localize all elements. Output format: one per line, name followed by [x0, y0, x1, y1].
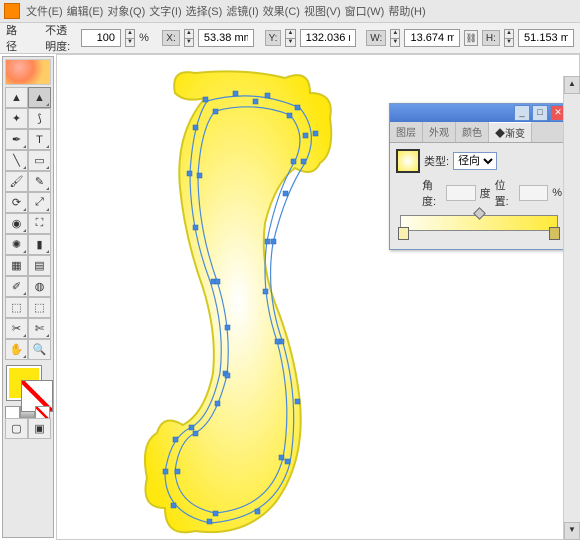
- selection-type: 路径: [6, 22, 21, 54]
- gradient-midpoint[interactable]: [473, 207, 486, 220]
- vertical-scrollbar[interactable]: ▲ ▼: [563, 76, 580, 540]
- direct-selection-tool[interactable]: ▲: [28, 87, 51, 108]
- panel-tabs: 图层 外观 颜色 ◆渐变: [390, 122, 568, 143]
- position-unit: %: [552, 187, 562, 199]
- angle-field[interactable]: [446, 185, 475, 201]
- tab-color[interactable]: 颜色: [456, 122, 489, 142]
- slice-tool[interactable]: ✂: [5, 318, 28, 339]
- menu-effect[interactable]: 效果(C): [263, 3, 300, 19]
- y-field[interactable]: [300, 29, 356, 47]
- panel-titlebar[interactable]: _ □ ✕: [390, 104, 568, 122]
- lasso-tool[interactable]: ⟆: [28, 108, 51, 129]
- color-swatches: [5, 364, 51, 418]
- position-label: 位置:: [495, 177, 515, 209]
- gradient-panel: _ □ ✕ 图层 外观 颜色 ◆渐变 类型: 径向 角度: 度 位置: %: [389, 103, 569, 250]
- y-stepper[interactable]: ▲▼: [285, 29, 295, 47]
- pen-tool[interactable]: ✒: [5, 129, 28, 150]
- canvas[interactable]: _ □ ✕ 图层 外观 颜色 ◆渐变 类型: 径向 角度: 度 位置: %: [56, 54, 580, 540]
- angle-unit: 度: [480, 185, 491, 201]
- screen-mode-normal[interactable]: ▢: [5, 418, 28, 439]
- x-stepper[interactable]: ▲▼: [184, 29, 194, 47]
- menu-edit[interactable]: 编辑(E): [67, 3, 104, 19]
- opacity-label: 不透明度:: [45, 22, 77, 54]
- line-tool[interactable]: ╲: [5, 150, 28, 171]
- warp-tool[interactable]: ◉: [5, 213, 28, 234]
- h-label: H:: [482, 30, 500, 46]
- scissors-tool[interactable]: ✄: [28, 318, 51, 339]
- scroll-up-icon[interactable]: ▲: [564, 76, 580, 94]
- menu-window[interactable]: 窗口(W): [345, 3, 385, 19]
- type-tool[interactable]: T: [28, 129, 51, 150]
- scroll-down-icon[interactable]: ▼: [564, 522, 580, 540]
- collapse-icon[interactable]: □: [532, 105, 548, 121]
- tab-gradient[interactable]: ◆渐变: [489, 122, 532, 142]
- gradient-preview-swatch[interactable]: [396, 149, 420, 173]
- magic-wand-tool[interactable]: ✦: [5, 108, 28, 129]
- toolbox-header-icon: [5, 59, 51, 85]
- reflect-tool[interactable]: ⤢: [28, 192, 51, 213]
- artwork-letter-s[interactable]: [135, 63, 365, 540]
- hand-tool[interactable]: ✋: [5, 339, 28, 360]
- h-field[interactable]: [518, 29, 574, 47]
- live-paint-select-tool[interactable]: ⬚: [28, 297, 51, 318]
- zoom-tool[interactable]: 🔍: [28, 339, 51, 360]
- gradient-stop-right[interactable]: [549, 227, 560, 240]
- screen-mode-full[interactable]: ▣: [28, 418, 51, 439]
- percent-label: %: [139, 32, 149, 44]
- toolbox: ▲▲ ✦⟆ ✒T ╲▭ 🖌✎ ⟳⤢ ◉⛶ ✺▮ ▦▤ ✐◍ ⬚⬚ ✂✄ ✋🔍 ▢…: [2, 56, 54, 538]
- tab-layers[interactable]: 图层: [390, 122, 423, 142]
- menu-help[interactable]: 帮助(H): [388, 3, 425, 19]
- eyedropper-tool[interactable]: ✐: [5, 276, 28, 297]
- gradient-ramp[interactable]: [400, 215, 558, 231]
- gradient-type-select[interactable]: 径向: [453, 152, 497, 170]
- opacity-field[interactable]: [81, 29, 121, 47]
- x-field[interactable]: [198, 29, 254, 47]
- gradient-stop-left[interactable]: [398, 227, 409, 240]
- gradient-tool[interactable]: ▤: [28, 255, 51, 276]
- selection-tool[interactable]: ▲: [5, 87, 28, 108]
- angle-label: 角度:: [422, 177, 442, 209]
- pencil-tool[interactable]: ✎: [28, 171, 51, 192]
- rectangle-tool[interactable]: ▭: [28, 150, 51, 171]
- menu-select[interactable]: 选择(S): [186, 3, 223, 19]
- free-transform-tool[interactable]: ⛶: [28, 213, 51, 234]
- minimize-icon[interactable]: _: [514, 105, 530, 121]
- h-stepper[interactable]: ▲▼: [504, 29, 514, 47]
- menu-type[interactable]: 文字(I): [149, 3, 181, 19]
- position-field[interactable]: [519, 185, 548, 201]
- app-icon: [4, 3, 20, 19]
- paintbrush-tool[interactable]: 🖌: [5, 171, 28, 192]
- tab-appearance[interactable]: 外观: [423, 122, 456, 142]
- rotate-tool[interactable]: ⟳: [5, 192, 28, 213]
- graph-tool[interactable]: ▮: [28, 234, 51, 255]
- blend-tool[interactable]: ◍: [28, 276, 51, 297]
- x-label: X:: [162, 30, 179, 46]
- menu-bar: 文件(E) 编辑(E) 对象(Q) 文字(I) 选择(S) 滤镜(I) 效果(C…: [0, 0, 580, 23]
- w-stepper[interactable]: ▲▼: [390, 29, 400, 47]
- gradient-type-label: 类型:: [424, 153, 449, 169]
- w-field[interactable]: [404, 29, 460, 47]
- menu-object[interactable]: 对象(Q): [107, 3, 145, 19]
- menu-file[interactable]: 文件(E): [26, 3, 63, 19]
- live-paint-tool[interactable]: ⬚: [5, 297, 28, 318]
- opacity-stepper[interactable]: ▲▼: [125, 29, 135, 47]
- lock-aspect-icon[interactable]: ⛓: [464, 30, 477, 46]
- symbol-sprayer-tool[interactable]: ✺: [5, 234, 28, 255]
- options-bar: 路径 不透明度: ▲▼ % X: ▲▼ Y: ▲▼ W: ▲▼ ⛓ H: ▲▼: [0, 23, 580, 54]
- mesh-tool[interactable]: ▦: [5, 255, 28, 276]
- w-label: W:: [366, 30, 386, 46]
- y-label: Y:: [265, 30, 282, 46]
- menu-filter[interactable]: 滤镜(I): [226, 3, 258, 19]
- menu-view[interactable]: 视图(V): [304, 3, 341, 19]
